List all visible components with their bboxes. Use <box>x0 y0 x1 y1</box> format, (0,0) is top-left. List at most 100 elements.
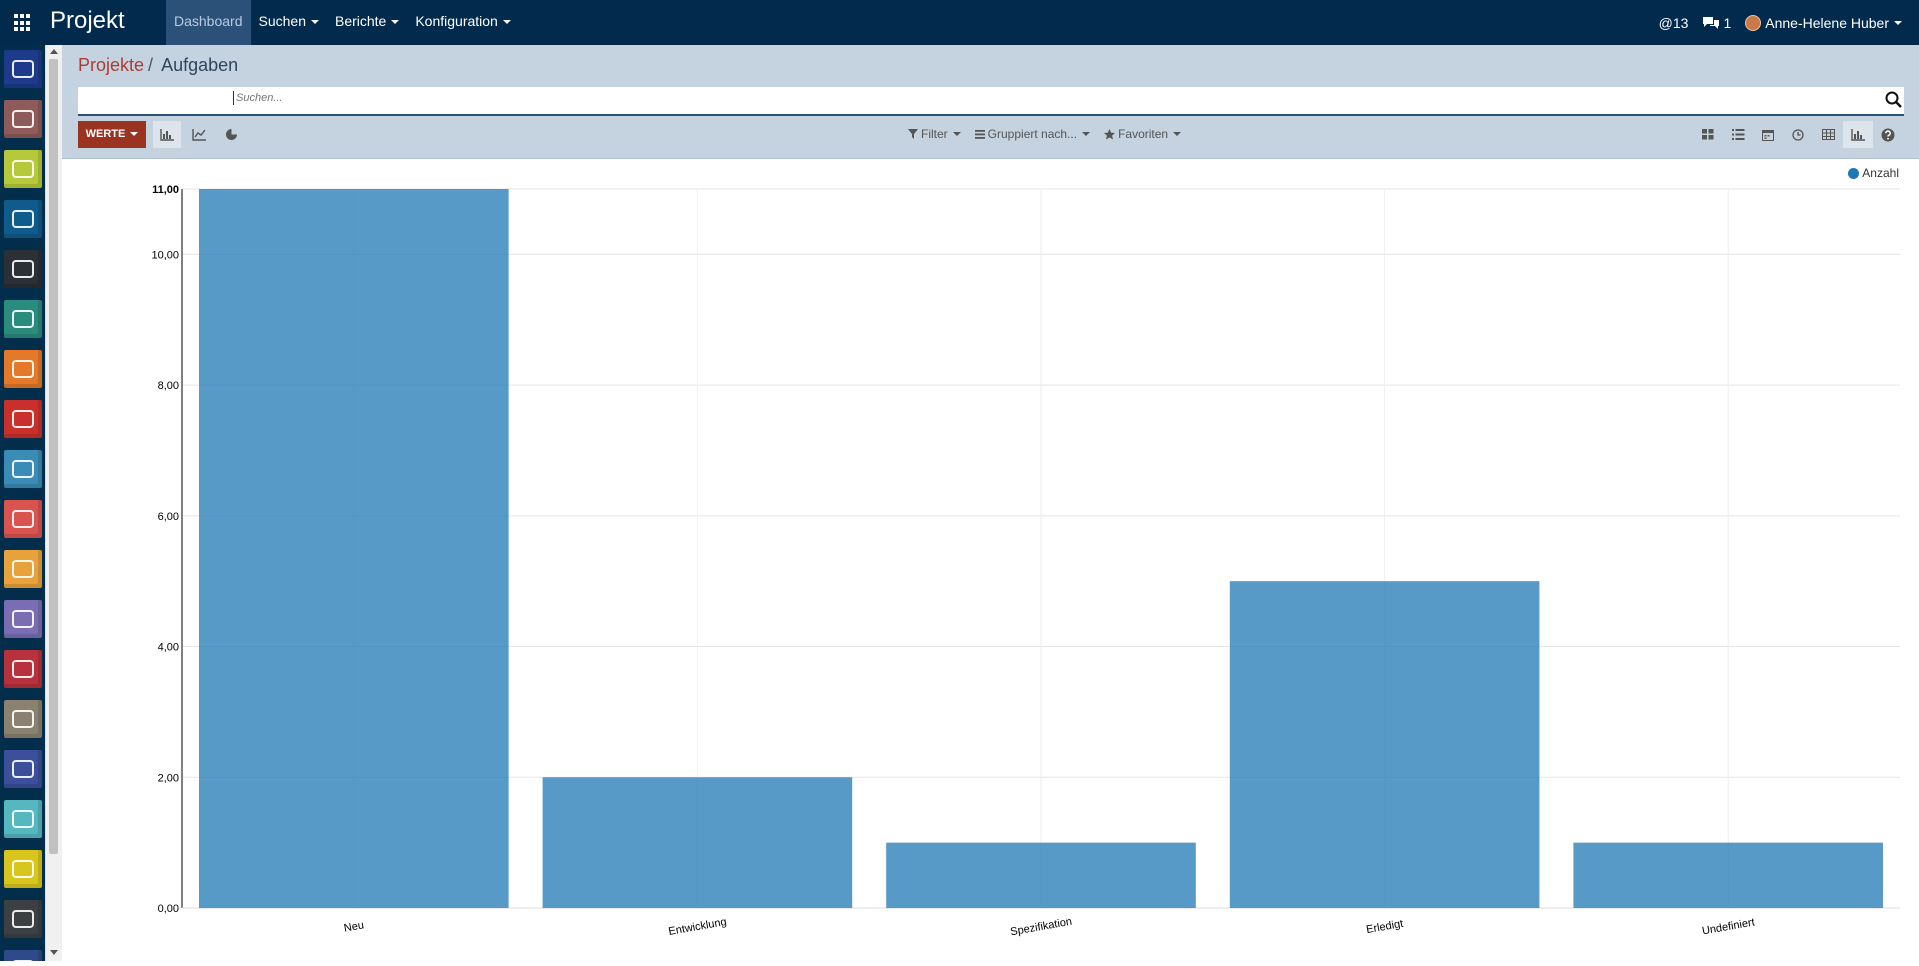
legend-label: Anzahl <box>1862 166 1899 180</box>
sidebar-app-15[interactable] <box>4 800 42 838</box>
graph-view-button[interactable] <box>1843 121 1873 148</box>
favorites-label: Favoriten <box>1118 127 1169 141</box>
pivot-view-button[interactable] <box>1813 121 1843 148</box>
breadcrumb-separator: / <box>148 55 154 75</box>
calendar-view-button[interactable] <box>1753 121 1783 148</box>
search-bar <box>78 87 1904 116</box>
sidebar-app-14[interactable] <box>4 750 42 788</box>
messages-button[interactable]: 1 <box>1702 15 1731 31</box>
clock-icon <box>12 660 34 678</box>
menu-dashboard-label: Dashboard <box>174 13 243 29</box>
group-by-button[interactable]: Gruppiert nach... <box>974 127 1091 141</box>
user-menu[interactable]: Anne-Helene Huber <box>1745 14 1902 31</box>
bar-chart-icon <box>160 128 174 141</box>
sidebar-app-13[interactable] <box>4 700 42 738</box>
notes-edit-icon <box>12 260 34 278</box>
sidebar-scrollbar[interactable] <box>45 45 62 961</box>
paper-plane-icon <box>12 710 34 728</box>
menu-dashboard[interactable]: Dashboard <box>166 0 251 45</box>
kanban-view-button[interactable] <box>1693 121 1723 148</box>
app-sidebar <box>0 45 45 961</box>
trend-chart-icon <box>12 360 34 378</box>
bar-neu <box>199 189 509 908</box>
sidebar-app-11[interactable] <box>4 600 42 638</box>
app-title: Projekt <box>50 7 125 34</box>
question-icon <box>1881 128 1895 141</box>
search-icon[interactable] <box>1884 90 1904 110</box>
crm-icon <box>12 410 34 428</box>
caret-down-icon <box>1082 132 1091 136</box>
sidebar-app-12[interactable] <box>4 650 42 688</box>
filter-button[interactable]: Filter <box>908 127 961 141</box>
sidebar-app-9[interactable] <box>4 500 42 538</box>
y-tick-label: 10,00 <box>151 249 179 261</box>
chat-bubble-icon <box>12 110 34 128</box>
sidebar-app-3[interactable] <box>4 200 42 238</box>
caret-down-icon <box>310 20 319 25</box>
ezb-logo-icon <box>12 60 34 78</box>
menu-suchen[interactable]: Suchen <box>251 0 327 45</box>
scroll-up-icon[interactable] <box>50 49 58 54</box>
breadcrumb: Projekte / Aufgaben <box>78 55 238 76</box>
calendar-icon <box>12 160 34 178</box>
clock-icon <box>1792 128 1804 141</box>
activity-view-button[interactable] <box>1783 121 1813 148</box>
sidebar-app-2[interactable] <box>4 150 42 188</box>
sun-icon <box>12 860 34 878</box>
caret-down-icon <box>952 132 961 136</box>
scroll-down-icon[interactable] <box>50 950 58 955</box>
sidebar-app-10[interactable] <box>4 550 42 588</box>
sidebar-app-18[interactable] <box>4 950 42 961</box>
bar-undefiniert <box>1573 842 1883 908</box>
pie-chart-mode-button[interactable] <box>217 121 245 148</box>
database-icon <box>12 210 34 228</box>
menu-berichte[interactable]: Berichte <box>327 0 407 45</box>
sidebar-app-7[interactable] <box>4 400 42 438</box>
control-panel: Projekte/ Aufgaben WERTE Filter Gruppiert… <box>62 45 1919 159</box>
werte-button[interactable]: WERTE <box>78 121 146 148</box>
bar-chart-icon <box>1851 128 1865 141</box>
calendar-icon <box>1762 129 1774 141</box>
messages-count: 1 <box>1723 14 1732 31</box>
list-view-button[interactable] <box>1723 121 1753 148</box>
y-tick-label: 6,00 <box>158 511 179 523</box>
avatar <box>1745 14 1762 31</box>
chart-legend[interactable]: Anzahl <box>1848 166 1899 180</box>
sidebar-app-0[interactable] <box>4 50 42 88</box>
y-tick-label: 4,00 <box>158 642 179 654</box>
sidebar-app-16[interactable] <box>4 850 42 888</box>
bar-spezifikation <box>886 842 1196 908</box>
top-menu: Dashboard Suchen Berichte Konfiguration <box>166 0 519 45</box>
breadcrumb-projekte[interactable]: Projekte <box>78 55 144 75</box>
mentions-count: @13 <box>1658 14 1689 31</box>
menu-konfiguration[interactable]: Konfiguration <box>407 0 519 45</box>
bar-entwicklung <box>542 777 853 908</box>
sidebar-app-5[interactable] <box>4 300 42 338</box>
sidebar-app-6[interactable] <box>4 350 42 388</box>
scrollbar-thumb[interactable] <box>49 59 58 854</box>
caret-down-icon <box>130 132 139 137</box>
apps-grid-icon[interactable] <box>14 14 32 32</box>
sidebar-app-8[interactable] <box>4 450 42 488</box>
sidebar-app-4[interactable] <box>4 250 42 288</box>
caret-down-icon <box>1173 132 1182 136</box>
kanban-icon <box>1702 129 1714 140</box>
y-tick-label: 0,00 <box>158 903 179 915</box>
search-input[interactable] <box>233 91 1838 105</box>
pie-chart-icon <box>225 128 237 140</box>
mentions-counter[interactable]: @13 <box>1659 15 1689 31</box>
sidebar-app-1[interactable] <box>4 100 42 138</box>
filter-icon <box>908 129 918 139</box>
y-tick-label: 8,00 <box>158 380 179 392</box>
x-tick-label: Entwicklung <box>668 916 728 938</box>
bar-chart-mode-button[interactable] <box>153 121 181 148</box>
graph-view: 0,00 2,00 4,00 6,00 8,00 10,00 11,00 Neu Entwick… <box>62 159 1919 961</box>
y-tick-label: 2,00 <box>158 772 179 784</box>
sidebar-app-17[interactable] <box>4 900 42 938</box>
werte-label: WERTE <box>85 128 126 140</box>
line-chart-mode-button[interactable] <box>185 121 213 148</box>
help-button[interactable] <box>1873 121 1903 148</box>
breadcrumb-current: Aufgaben <box>161 55 239 75</box>
search-options: Filter Gruppiert nach... Favoriten <box>908 127 1195 141</box>
favorites-button[interactable]: Favoriten <box>1104 127 1182 141</box>
